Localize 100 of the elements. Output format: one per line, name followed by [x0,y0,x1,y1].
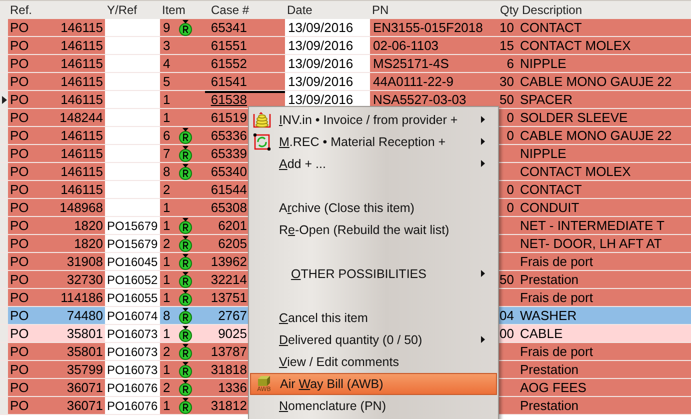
table-cell: PO [10,164,29,179]
table-cell: 1820 [74,236,103,251]
table-cell: PO16045 [107,254,158,268]
table-cell: 35799 [66,362,103,377]
table-cell: 13/09/2016 [288,92,354,107]
table-cell: 114186 [60,290,103,305]
table-cell: PO [10,200,29,215]
table-cell: PO [10,362,29,377]
table-cell: 65340 [210,164,247,179]
table-cell: PO16076 [107,398,158,412]
table-cell: 3 [163,38,170,53]
table-cell: PO [10,92,29,107]
table-cell: PO [10,182,29,197]
table-cell: 61552 [210,56,247,71]
table-cell: 61538 [210,92,247,107]
menu-item-label: M.REC • Material Reception + [279,135,446,149]
table-cell: 8 [163,164,170,179]
table-cell: PO16073 [107,362,158,376]
table-cell: 35801 [66,344,103,359]
menu-item-label: OTHER POSSIBILITIES [291,267,426,281]
table-cell: PO16073 [107,326,158,340]
menu-item-label: Delivered quantity (0 / 50) [279,333,422,347]
table-cell: PO [10,326,29,341]
table-cell: 0 [506,200,514,215]
table-cell: 6 [163,128,170,143]
table-cell: 146115 [60,182,103,197]
table-cell: NSA5527-03-03 [373,92,466,107]
table-cell: 04 [500,308,514,323]
table-cell: 146115 [60,146,103,161]
table-cell: CONTACT [520,20,582,35]
table-cell: 13/09/2016 [288,56,354,71]
table-cell: 148968 [60,200,103,215]
table-cell: 13787 [210,344,247,359]
table-cell: 146115 [60,92,103,107]
table-cell: Prestation [520,272,579,287]
table-cell: CONTACT MOLEX [520,38,631,53]
table-cell: 74480 [66,308,103,323]
table-cell: 61541 [210,74,247,89]
table-cell: 1 [163,272,170,287]
table-cell: 61544 [210,182,247,197]
table-cell: 36071 [66,380,103,395]
table-cell: 1 [163,326,170,341]
table-cell: NET - INTERMEDIATE T [520,218,664,233]
table-cell: 13751 [210,290,247,305]
menu-item-label: Nomenclature (PN) [279,399,386,413]
table-cell: 1 [163,398,170,413]
table-cell: Prestation [520,362,579,377]
table-cell: PO [10,146,29,161]
table-cell: 31812 [210,398,247,413]
table-cell: 1 [163,254,170,269]
table-cell: 13/09/2016 [288,74,354,89]
table-cell: 1 [163,290,170,305]
menu-item-label: Re-Open (Rebuild the wait list) [279,223,450,237]
table-cell: 0 [506,128,514,143]
table-cell: 50 [500,272,514,287]
table-cell: 15 [500,38,514,53]
table-cell: 2 [163,182,170,197]
table-cell: CONDUIT [520,200,580,215]
table-cell: CABLE MONO GAUJE 22 [520,128,672,143]
table-cell: 32214 [210,272,247,287]
table-cell: SPACER [520,92,572,107]
table-cell: 9025 [218,326,247,341]
table-cell: 5 [163,74,170,89]
table-cell: 1 [163,92,170,107]
table-cell: NET- DOOR, LH AFT AT [520,236,662,251]
table-cell: PO [10,254,29,269]
table-cell: EN3155-015F2018 [373,20,483,35]
table-cell: 146115 [60,20,103,35]
table-cell: Frais de port [520,290,593,305]
table-cell: MS25171-4S [373,56,449,71]
table-cell: 148244 [60,110,103,125]
menu-item-label: View / Edit comments [279,355,399,369]
table-cell: PO [10,56,29,71]
table-cell: 32730 [66,272,103,287]
table-cell: 7 [163,146,170,161]
table-cell: 8 [163,308,170,323]
table-cell: 44A0111-22-9 [373,74,454,89]
table-cell: 0 [506,182,514,197]
table-cell: PO15679 [107,218,158,232]
table-cell: 30 [500,74,514,89]
table-cell: 10 [500,20,514,35]
table-cell: 6201 [218,218,247,233]
table-cell: 6 [506,56,514,71]
menu-item-label: Add + ... [279,157,326,171]
table-cell: AOG FEES [520,380,586,395]
table-cell: 146115 [60,38,103,53]
table-cell: Prestation [520,398,579,413]
table-cell: 1820 [74,218,103,233]
table-cell: 9 [163,20,170,35]
table-cell: 31908 [66,254,103,269]
table-cell: NIPPLE [520,146,566,161]
table-cell: 65341 [210,20,247,35]
table-cell: 6205 [218,236,247,251]
table-cell: PO15679 [107,236,158,250]
table-cell: PO [10,128,29,143]
table-cell: 1 [163,218,170,233]
table-cell: CONTACT MOLEX [520,164,631,179]
table-cell: PO [10,272,29,287]
table-cell: SOLDER SLEEVE [520,110,628,125]
table-cell: 1336 [218,380,247,395]
